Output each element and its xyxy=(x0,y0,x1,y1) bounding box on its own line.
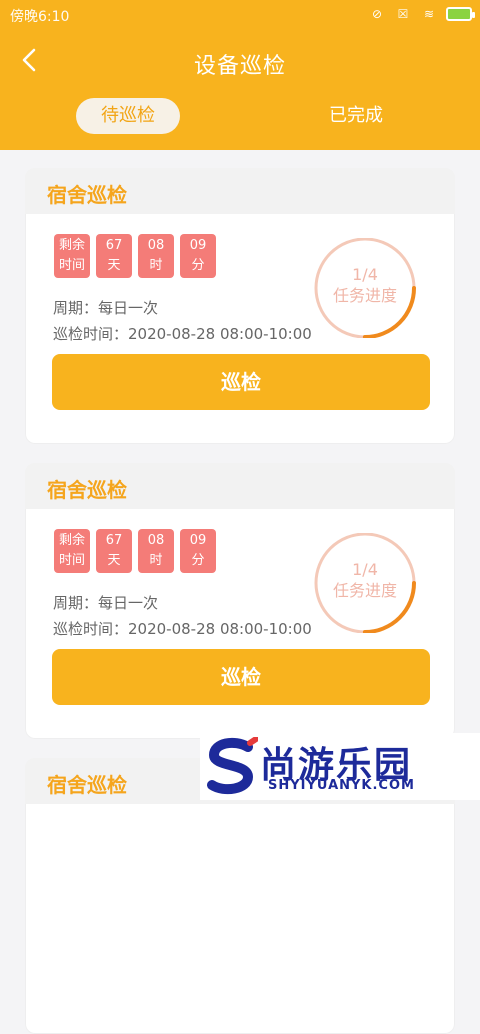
progress-ring: 1/4 任务进度 xyxy=(310,237,420,339)
wifi-icon: ≋ xyxy=(423,7,435,21)
countdown-cell-hours: 08 时 xyxy=(138,234,174,278)
countdown-cell-minutes: 09 分 xyxy=(180,234,216,278)
inspection-time-text: 巡检时间：2020-08-28 08:00-10:00 xyxy=(53,620,312,638)
card-title: 宿舍巡检 xyxy=(47,183,127,207)
status-icons: ⊘ ☒ ≋ xyxy=(368,7,475,21)
progress-ring: 1/4 任务进度 xyxy=(310,532,420,634)
countdown-cell-days: 67 天 xyxy=(96,529,132,573)
inspection-card: 宿舍巡检 剩余 时间 67 天 08 时 09 分 周期：每日一次 巡检时间：2020-… xyxy=(25,168,455,444)
card-title: 宿舍巡检 xyxy=(47,478,127,502)
progress-text-wrap: 1/4 任务进度 xyxy=(310,559,420,601)
battery-icon xyxy=(446,7,475,21)
progress-text: 1/4 xyxy=(352,560,378,579)
tab-bar: 待巡检 已完成 xyxy=(0,98,480,134)
status-bar: 傍晚6:10 ⊘ ☒ ≋ xyxy=(0,0,480,32)
inspect-button[interactable]: 巡检 xyxy=(52,354,430,410)
card-title: 宿舍巡检 xyxy=(47,773,127,797)
watermark-logo-icon xyxy=(207,737,258,795)
alarm-off-icon: ⊘ xyxy=(371,7,383,21)
inspection-card: 宿舍巡检 剩余 时间 67 天 08 时 09 分 周期：每日一次 巡检时间：2020-… xyxy=(25,463,455,739)
countdown-cell-remaining: 剩余 时间 xyxy=(54,529,90,573)
countdown: 剩余 时间 67 天 08 时 09 分 xyxy=(54,529,216,573)
watermark: 尚游乐园 SHYIYUANYK.COM xyxy=(200,733,480,800)
status-time: 傍晚6:10 xyxy=(10,9,70,25)
page-title: 设备巡检 xyxy=(193,54,286,79)
countdown-cell-remaining: 剩余 时间 xyxy=(54,234,90,278)
countdown: 剩余 时间 67 天 08 时 09 分 xyxy=(54,234,216,278)
progress-text-wrap: 1/4 任务进度 xyxy=(310,264,420,306)
period-text: 周期：每日一次 xyxy=(53,299,159,317)
period-text: 周期：每日一次 xyxy=(53,594,159,612)
progress-caption: 任务进度 xyxy=(332,581,397,600)
inspect-button[interactable]: 巡检 xyxy=(52,649,430,705)
tab-completed[interactable]: 已完成 xyxy=(300,98,412,134)
tab-pending[interactable]: 待巡检 xyxy=(76,98,180,134)
sim-off-icon: ☒ xyxy=(397,7,409,21)
app-header: 傍晚6:10 ⊘ ☒ ≋ 设备巡检 待巡检 已完成 xyxy=(0,0,480,150)
inspection-time-text: 巡检时间：2020-08-28 08:00-10:00 xyxy=(53,325,312,343)
watermark-subtext: SHYIYUANYK.COM xyxy=(268,778,415,793)
countdown-cell-minutes: 09 分 xyxy=(180,529,216,573)
countdown-cell-hours: 08 时 xyxy=(138,529,174,573)
progress-caption: 任务进度 xyxy=(332,286,397,305)
countdown-cell-days: 67 天 xyxy=(96,234,132,278)
progress-text: 1/4 xyxy=(352,265,378,284)
